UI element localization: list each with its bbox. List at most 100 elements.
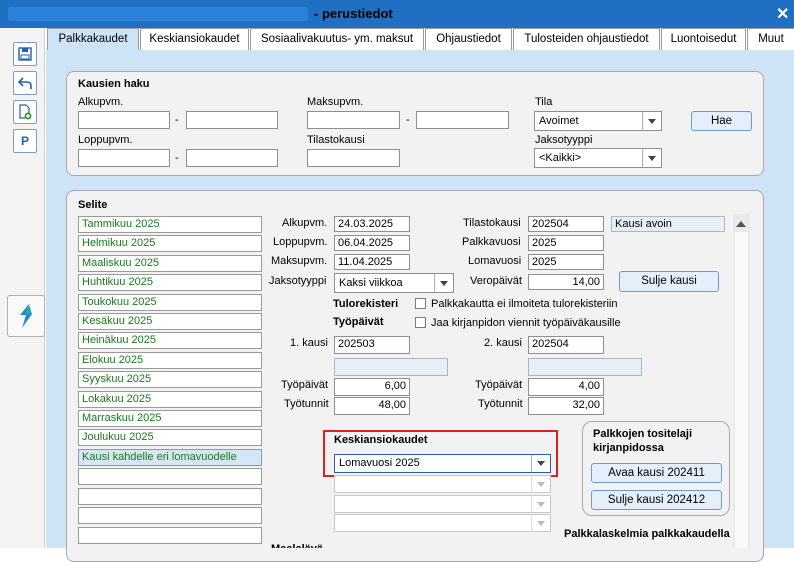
tab-luontoisedut[interactable]: Luontoisedut [661, 28, 746, 50]
tulorekisteri-checkbox-label: Palkkakautta ei ilmoiteta tulorekisterii… [431, 298, 618, 310]
maksupvm-input[interactable]: 11.04.2025 [334, 254, 410, 270]
tila-status-field: Kausi avoin [611, 216, 725, 232]
add-document-icon[interactable] [13, 100, 37, 124]
alkupvm-input[interactable]: 24.03.2025 [334, 216, 410, 232]
tyotunnit2-label: Työtunnit [478, 398, 523, 410]
tyopaivat-checkbox-label: Jaa kirjanpidon viennit työpäiväkausille [431, 317, 621, 329]
hae-button[interactable]: Hae [691, 111, 752, 131]
sulje-kausi-button[interactable]: Sulje kausi [619, 271, 719, 292]
sulje-kausi-button[interactable]: Sulje kausi 202412 [591, 490, 722, 510]
list-item[interactable]: Helmikuu 2025 [78, 235, 262, 252]
loppupvm-to-input[interactable] [186, 149, 278, 167]
list-item[interactable]: Lokakuu 2025 [78, 391, 262, 408]
tila-select[interactable]: Avoimet [534, 111, 662, 131]
scroll-up-icon[interactable] [736, 218, 746, 230]
jaksotyyppi-select[interactable]: <Kaikki> [534, 148, 662, 168]
maksupvm-label: Maksupvm. [307, 96, 364, 108]
tyopaivat1-input[interactable]: 6,00 [334, 378, 410, 396]
veropaivat-input[interactable]: 14,00 [528, 274, 604, 290]
selite-heading: Selite [78, 199, 108, 211]
alkupvm-from-input[interactable] [78, 111, 170, 129]
jaksotyyppi-select[interactable]: Kaksi viikkoa [334, 273, 454, 293]
tulorekisteri-checkbox[interactable] [415, 298, 426, 309]
keskiansio-select[interactable]: Lomavuosi 2025 [334, 454, 551, 473]
search-heading: Kausien haku [78, 78, 150, 90]
close-icon[interactable]: ✕ [776, 4, 789, 24]
chevron-down-icon [531, 496, 550, 512]
tila-label: Tila [535, 96, 553, 108]
chevron-down-icon [642, 112, 661, 130]
tyotunnit2-input[interactable]: 32,00 [528, 397, 604, 415]
list-item[interactable]: Marraskuu 2025 [78, 410, 262, 427]
kausi2-label: 2. kausi [484, 337, 522, 349]
loppupvm-label: Loppupvm. [273, 236, 328, 248]
tab-keskiansiokaudet[interactable]: Keskiansiokaudet [140, 28, 249, 50]
maksupvm-to-input[interactable] [416, 111, 509, 129]
list-item-empty[interactable] [78, 527, 262, 544]
tulorekisteri-label: Tulorekisteri [333, 298, 399, 310]
p-icon[interactable]: P [13, 129, 37, 153]
range-dash: - [175, 114, 179, 126]
tila-value: Avoimet [539, 115, 579, 127]
keskiansio-select-empty[interactable] [334, 495, 551, 513]
scrollbar-track[interactable] [735, 232, 748, 548]
tyotunnit1-input[interactable]: 48,00 [334, 397, 410, 415]
kausi2-input[interactable]: 202504 [528, 336, 604, 354]
list-item[interactable]: Tammikuu 2025 [78, 216, 262, 233]
tab-sosiaalivakuutus[interactable]: Sosiaalivakuutus- ym. maksut [250, 28, 424, 50]
list-item[interactable]: Kesäkuu 2025 [78, 313, 262, 330]
list-item-empty[interactable] [78, 488, 262, 505]
jaksotyyppi-label: Jaksotyyppi [269, 275, 327, 287]
window-title: - perustiedot [314, 6, 393, 21]
chevron-down-icon [434, 274, 453, 292]
palkkavuosi-input[interactable]: 2025 [528, 235, 604, 251]
tilastokausi-input[interactable] [307, 149, 400, 167]
alkupvm-label: Alkupvm. [282, 217, 328, 229]
list-item-selected[interactable]: Kausi kahdelle eri lomavuodelle [78, 449, 262, 466]
jaksotyyppi-label: Jaksotyyppi [535, 134, 593, 146]
list-item[interactable]: Elokuu 2025 [78, 352, 262, 369]
maksupvm-label: Maksupvm. [271, 255, 328, 267]
tyotunnit1-label: Työtunnit [284, 398, 329, 410]
tab-palkkakaudet[interactable]: Palkkakaudet [47, 28, 139, 51]
list-item[interactable]: Toukokuu 2025 [78, 294, 262, 311]
alkupvm-label: Alkupvm. [78, 96, 124, 108]
chevron-down-icon [531, 515, 550, 531]
list-item[interactable]: Joulukuu 2025 [78, 429, 262, 446]
palkkavuosi-label: Palkkavuosi [462, 236, 521, 248]
chevron-down-icon [531, 455, 550, 472]
keskiansio-heading: Keskiansiokaudet [334, 434, 428, 446]
tyopaivat-checkbox[interactable] [415, 317, 426, 328]
loppupvm-from-input[interactable] [78, 149, 170, 167]
list-item-empty[interactable] [78, 507, 262, 524]
tilastokausi-label: Tilastokausi [463, 217, 521, 229]
tilastokausi-input[interactable]: 202504 [528, 216, 604, 232]
keskiansio-select-empty[interactable] [334, 514, 551, 532]
list-item[interactable]: Heinäkuu 2025 [78, 332, 262, 349]
range-dash: - [406, 114, 410, 126]
maksupvm-from-input[interactable] [307, 111, 400, 129]
list-item[interactable]: Maaliskuu 2025 [78, 255, 262, 272]
tyopaivat2-label: Työpäivät [475, 379, 523, 391]
list-item-empty[interactable] [78, 468, 262, 485]
keskiansio-select-empty[interactable] [334, 475, 551, 493]
alkupvm-to-input[interactable] [186, 111, 278, 129]
list-item[interactable]: Syyskuu 2025 [78, 371, 262, 388]
lomavuosi-input[interactable]: 2025 [528, 254, 604, 270]
tab-muut[interactable]: Muut [747, 28, 794, 50]
kausi1-description-field [334, 358, 448, 376]
tyopaivat1-label: Työpäivät [281, 379, 329, 391]
lomavuosi-label: Lomavuosi [468, 255, 522, 267]
undo-icon[interactable] [13, 71, 37, 95]
kausi1-input[interactable]: 202503 [334, 336, 410, 354]
app-logo-icon[interactable] [7, 295, 45, 337]
avaa-kausi-button[interactable]: Avaa kausi 202411 [591, 463, 722, 483]
veropaivat-label: Veropäivät [470, 275, 522, 287]
loppupvm-label: Loppupvm. [78, 134, 133, 146]
loppupvm-input[interactable]: 06.04.2025 [334, 235, 410, 251]
save-icon[interactable] [13, 42, 37, 66]
tab-tulosteiden-ohjaustiedot[interactable]: Tulosteiden ohjaustiedot [513, 28, 660, 50]
tyopaivat2-input[interactable]: 4,00 [528, 378, 604, 396]
list-item[interactable]: Huhtikuu 2025 [78, 274, 262, 291]
tab-ohjaustiedot[interactable]: Ohjaustiedot [425, 28, 512, 50]
